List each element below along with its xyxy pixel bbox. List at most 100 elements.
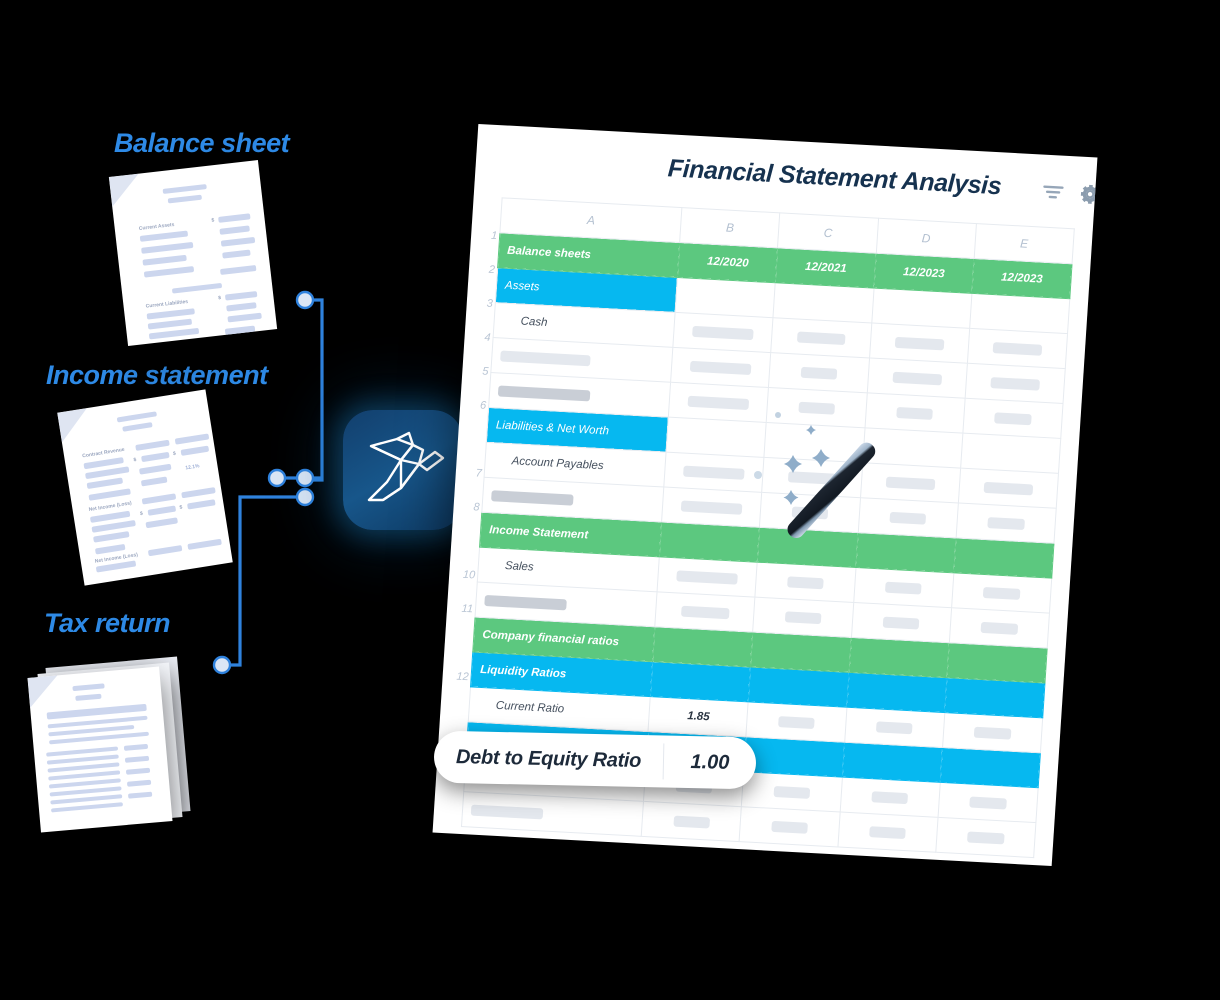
- origami-bird-logo[interactable]: [343, 410, 463, 530]
- cell-placeholder[interactable]: [668, 382, 769, 423]
- cell-empty[interactable]: [773, 282, 874, 324]
- cell-placeholder[interactable]: [869, 323, 970, 364]
- cell-placeholder[interactable]: [844, 707, 945, 748]
- cell-placeholder[interactable]: [746, 701, 847, 743]
- cell-empty[interactable]: [748, 666, 849, 708]
- doc-amount-symbol-2: $: [172, 450, 177, 458]
- cell-placeholder[interactable]: [958, 468, 1059, 509]
- row-number: 5: [481, 365, 489, 378]
- callout-value: 1.00: [690, 750, 730, 774]
- row-number: 1: [490, 229, 498, 243]
- cell-empty[interactable]: [944, 677, 1045, 718]
- cell-empty[interactable]: [969, 293, 1070, 334]
- cell-placeholder[interactable]: [937, 782, 1039, 823]
- cell-empty[interactable]: [650, 661, 751, 702]
- cell-placeholder[interactable]: [864, 392, 965, 434]
- cell-empty[interactable]: [659, 521, 760, 563]
- doc-heading-current-assets: Current Assets: [138, 221, 175, 232]
- cell-empty[interactable]: [960, 433, 1061, 474]
- page-title: Financial Statement Analysis: [666, 154, 1003, 201]
- cell-placeholder[interactable]: [866, 357, 968, 399]
- row-number: 4: [484, 331, 491, 344]
- cell-placeholder[interactable]: [755, 562, 856, 603]
- row-number: 10: [462, 568, 476, 582]
- cell-empty[interactable]: [675, 277, 776, 318]
- row-number: 7: [475, 467, 483, 480]
- page-fold-corner: [109, 174, 142, 207]
- column-header-d[interactable]: D: [875, 218, 977, 259]
- cell-placeholder[interactable]: [762, 457, 863, 498]
- page-fold-corner: [57, 408, 91, 442]
- cell-placeholder[interactable]: [741, 771, 843, 813]
- cell-value[interactable]: 12/2021: [775, 247, 876, 289]
- cell-empty[interactable]: [842, 742, 943, 783]
- cell-empty[interactable]: [750, 632, 852, 673]
- cell-empty[interactable]: [666, 417, 767, 458]
- cell-value[interactable]: 12/2020: [677, 242, 778, 283]
- doc-percent-value: 12.1%: [185, 463, 200, 472]
- cell-empty[interactable]: [862, 427, 963, 469]
- cell-placeholder[interactable]: [935, 817, 1036, 858]
- column-header-b[interactable]: B: [679, 207, 781, 248]
- cell-empty[interactable]: [871, 288, 972, 329]
- cell-value[interactable]: 1.85: [648, 696, 749, 737]
- cell-placeholder[interactable]: [759, 492, 861, 533]
- page-fold-corner: [27, 675, 60, 708]
- cell-placeholder[interactable]: [655, 591, 756, 633]
- cell-placeholder[interactable]: [768, 352, 870, 393]
- column-header-e[interactable]: E: [973, 223, 1075, 264]
- cell-placeholder[interactable]: [853, 567, 954, 608]
- row-number: 8: [473, 501, 480, 514]
- column-header-c[interactable]: C: [777, 212, 879, 254]
- cell-empty[interactable]: [848, 637, 950, 678]
- cell-placeholder[interactable]: [739, 806, 840, 847]
- cell-placeholder[interactable]: [661, 487, 763, 528]
- doc-amount-symbol: $: [211, 217, 215, 224]
- document-tax-return: [27, 666, 173, 833]
- gear-icon[interactable]: [1076, 180, 1098, 207]
- cell-placeholder[interactable]: [664, 452, 765, 493]
- cell-empty[interactable]: [652, 626, 754, 667]
- cell-empty[interactable]: [946, 642, 1048, 683]
- cell-empty[interactable]: [940, 747, 1041, 788]
- cell-empty[interactable]: [757, 527, 858, 568]
- cell-placeholder[interactable]: [851, 602, 952, 643]
- filter-icon[interactable]: [1039, 178, 1067, 205]
- cell-placeholder[interactable]: [949, 607, 1050, 648]
- row-number: 2: [488, 263, 496, 277]
- cell-placeholder[interactable]: [962, 398, 1064, 439]
- cell-placeholder[interactable]: [839, 777, 941, 818]
- cell-placeholder[interactable]: [641, 801, 742, 842]
- cell-placeholder[interactable]: [955, 502, 1057, 544]
- cell-placeholder[interactable]: [837, 812, 938, 853]
- label-tax-return: Tax return: [44, 608, 171, 638]
- cell-placeholder[interactable]: [967, 328, 1068, 369]
- cell-placeholder[interactable]: [857, 497, 959, 538]
- cell-empty[interactable]: [855, 532, 956, 573]
- cell-placeholder[interactable]: [753, 597, 854, 638]
- cell-value[interactable]: 12/2023: [873, 253, 974, 294]
- debt-to-equity-callout[interactable]: Debt to Equity Ratio 1.00: [433, 730, 757, 790]
- document-income-statement: Contract Revenue $ $ 12.1% Net Income (L…: [57, 389, 233, 586]
- cell-empty[interactable]: [764, 422, 865, 463]
- doc-amount-symbol-2: $: [217, 295, 222, 302]
- cell-placeholder[interactable]: [942, 712, 1043, 753]
- bird-glyph: [367, 431, 445, 502]
- cell-value[interactable]: 12/2023: [971, 258, 1073, 299]
- cell-placeholder[interactable]: [766, 387, 867, 428]
- doc-amount-symbol: $: [133, 457, 137, 464]
- cell-placeholder[interactable]: [860, 462, 961, 503]
- row-number: 3: [486, 297, 494, 310]
- doc-amount-symbol-4: $: [179, 504, 183, 511]
- label-balance-sheet: Balance sheet: [114, 128, 290, 158]
- cell-empty[interactable]: [846, 672, 947, 713]
- cell-placeholder[interactable]: [951, 572, 1052, 614]
- doc-heading-current-liabilities: Current Liabilities: [145, 298, 189, 310]
- cell-placeholder[interactable]: [670, 347, 772, 388]
- cell-empty[interactable]: [744, 736, 845, 778]
- cell-placeholder[interactable]: [673, 312, 774, 353]
- cell-placeholder[interactable]: [771, 317, 872, 358]
- cell-placeholder[interactable]: [657, 556, 758, 598]
- cell-empty[interactable]: [953, 537, 1054, 579]
- cell-placeholder[interactable]: [964, 363, 1066, 404]
